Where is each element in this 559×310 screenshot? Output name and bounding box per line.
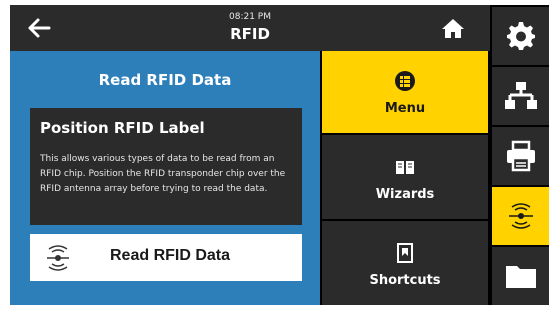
main-menu-column: Menu Wizards Shortcuts: [322, 51, 488, 305]
network-icon: [505, 82, 537, 109]
panel-title: Read RFID Data: [98, 71, 232, 89]
menu-icon: [395, 71, 415, 91]
printer-icon: [507, 140, 535, 172]
menu-tab-menu[interactable]: Menu: [322, 51, 488, 133]
info-title: Position RFID Label: [40, 119, 205, 137]
menu-tab-shortcuts[interactable]: Shortcuts: [322, 221, 488, 305]
settings-button[interactable]: [492, 7, 549, 65]
gear-icon: [507, 22, 535, 50]
side-navigation: [490, 5, 549, 305]
clock-time: 08:21 PM: [229, 12, 271, 22]
header-bar: 08:21 PM RFID: [10, 5, 490, 51]
bookmark-icon: [397, 243, 413, 263]
menu-tab-menu-label: Menu: [384, 101, 426, 116]
menu-tab-wizards-label: Wizards: [375, 187, 435, 202]
folder-icon: [506, 266, 536, 288]
info-text: This allows various types of data to be …: [40, 154, 286, 194]
rfid-button[interactable]: [492, 187, 549, 245]
book-icon: [396, 161, 414, 174]
read-rfid-panel: Read RFID Data Position RFID Label This …: [10, 51, 320, 305]
device-screen: 08:21 PM RFID Read RFID Data Position RF…: [10, 5, 549, 305]
rfid-icon: [47, 245, 69, 271]
printer-button[interactable]: [492, 127, 549, 185]
menu-tab-wizards[interactable]: Wizards: [322, 135, 488, 219]
read-rfid-data-label: Read RFID Data: [110, 247, 231, 264]
info-box: Position RFID Label This allows various …: [30, 108, 302, 225]
page-title: RFID: [230, 25, 270, 43]
storage-button[interactable]: [492, 247, 549, 305]
read-rfid-data-button[interactable]: Read RFID Data: [30, 234, 302, 281]
rfid-icon: [509, 203, 533, 229]
network-button[interactable]: [492, 67, 549, 125]
menu-tab-shortcuts-label: Shortcuts: [369, 273, 441, 288]
home-icon[interactable]: [438, 14, 468, 42]
